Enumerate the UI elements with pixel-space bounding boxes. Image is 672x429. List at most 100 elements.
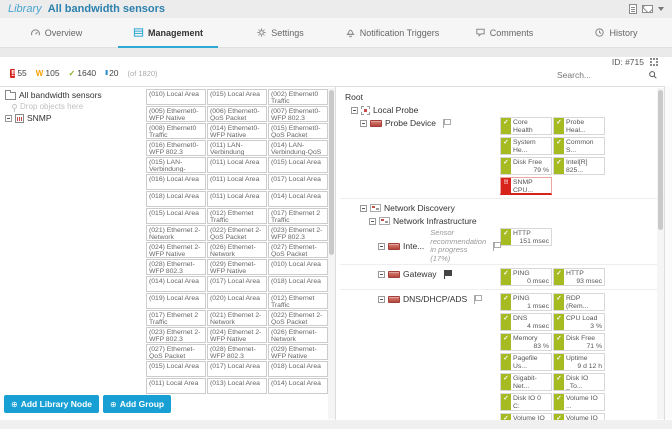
sensor-badge[interactable]: ✓Disk IO 0 C:<1 % <box>500 393 552 411</box>
collapse-toggle[interactable] <box>5 114 12 122</box>
new-window-icon[interactable] <box>629 4 637 14</box>
sensor-badge[interactable]: ✓Common S...100 % <box>553 137 605 155</box>
status-count-up[interactable]: ✓ 1640 <box>69 68 97 78</box>
tree-row-local-probe[interactable]: Local Probe <box>340 103 658 115</box>
tab-overview[interactable]: Overview <box>0 18 112 47</box>
envelope-icon[interactable] <box>642 5 653 13</box>
sensor-badge[interactable]: ✓ DNS 4 msec <box>500 313 552 331</box>
library-sensor-cell[interactable]: (007) Ethernet0-WFP 802.3 <box>268 106 328 122</box>
library-sensor-cell[interactable]: (014) LAN-Verbindung-QoS <box>268 140 328 156</box>
sensor-badge[interactable]: ✓ Uptime 9 d 12 h <box>553 353 605 371</box>
tab-history[interactable]: History <box>560 18 672 47</box>
collapse-toggle[interactable] <box>378 295 385 303</box>
library-sensor-cell[interactable]: (011) Local Area <box>207 174 267 190</box>
library-sensor-cell[interactable]: (017) Ethernet 2 Traffic <box>268 208 328 224</box>
library-sensor-cell[interactable]: (022) Ethernet 2-QoS Packet <box>207 225 267 241</box>
library-sensor-cell[interactable]: (021) Ethernet 2-Network <box>146 225 206 241</box>
sensor-badge[interactable]: ✓ PING 1 msec <box>500 293 552 311</box>
library-sensor-cell[interactable]: (015) Local Area <box>146 208 206 224</box>
sensor-badge[interactable]: ✓Volume IO ...70 % <box>500 413 552 420</box>
library-sensor-cell[interactable]: (028) Ethernet-WFP 802.3 <box>146 259 206 275</box>
library-sensor-cell[interactable]: (012) Ethernet Traffic <box>207 208 267 224</box>
collapse-toggle[interactable] <box>360 204 367 212</box>
tree-row-probe-device[interactable]: Probe Device✓Core Health100 %✓Probe Heal… <box>340 116 658 199</box>
library-sensor-cell[interactable]: (017) Local Area <box>207 361 267 377</box>
sensor-badge[interactable]: ✓ Disk Free 71 % <box>553 333 605 351</box>
library-sensor-cell[interactable]: (010) Local Area <box>146 89 206 105</box>
library-sensor-cell[interactable]: (026) Ethernet-Network <box>268 327 328 343</box>
sensor-badge[interactable]: ✓ PING 0 msec <box>500 268 552 286</box>
sensor-badge[interactable]: ✓Disk IO _To...<1 % <box>553 373 605 391</box>
library-sensor-cell[interactable]: (014) Local Area <box>146 276 206 292</box>
library-sensor-cell[interactable]: (002) Ethernet0 Traffic <box>268 89 328 105</box>
sensor-badge[interactable]: ✓System He...100 % <box>500 137 552 155</box>
tree-row-root[interactable]: Root <box>340 90 658 102</box>
sensor-badge[interactable]: ✓Volume IO ...70 % <box>553 393 605 411</box>
tree-row-network-infrastructure[interactable]: Network Infrastructure <box>340 214 658 226</box>
tab-management[interactable]: Management <box>112 18 224 48</box>
flag-icon[interactable] <box>493 241 502 251</box>
library-sensor-cell[interactable]: (020) Local Area <box>207 293 267 309</box>
sensor-badge[interactable]: ✓Gigabit-Net...1,672 kbit/s <box>500 373 552 391</box>
library-sensor-cell[interactable]: (013) Local Area <box>207 378 267 394</box>
scrollbar-thumb[interactable] <box>658 90 663 230</box>
library-sensor-cell[interactable]: (024) Ethernet 2-WFP Native <box>207 327 267 343</box>
sensor-badge[interactable]: ✓Pagefile Us...0 % <box>500 353 552 371</box>
search-icon[interactable] <box>648 70 658 80</box>
library-sensor-cell[interactable]: (023) Ethernet 2-WFP 802.3 <box>268 225 328 241</box>
collapse-toggle[interactable] <box>369 217 376 225</box>
library-sensor-cell[interactable]: (015) LAN-Verbindung- <box>146 157 206 173</box>
sensor-badge[interactable]: ✓Probe Heal...100 % <box>553 117 605 135</box>
library-sensor-cell[interactable]: (027) Ethernet-QoS Packet <box>146 344 206 360</box>
collapse-toggle[interactable] <box>378 270 385 278</box>
library-sensor-cell[interactable]: (017) Ethernet 2 Traffic <box>146 310 206 326</box>
search-input[interactable] <box>557 70 642 80</box>
library-sensor-cell[interactable]: (026) Ethernet-Network <box>207 242 267 258</box>
sensor-badge[interactable]: ✓ Memory 83 % <box>500 333 552 351</box>
status-count-down[interactable]: !! 55 <box>10 68 27 78</box>
library-sensor-cell[interactable]: (010) Local Area <box>268 259 328 275</box>
tree-row-gateway[interactable]: Gateway ✓ PING 0 msec ✓ HTTP 93 msec <box>340 267 658 290</box>
tree-row-inte[interactable]: Inte... Sensor recommendation in progress… <box>340 227 658 265</box>
sensor-badge[interactable]: ✓ HTTP 93 msec <box>553 268 605 286</box>
tree-row-dns-dhcp-ads[interactable]: DNS/DHCP/ADS✓PING1 msec✓RDP (Rem...15 ms… <box>340 292 658 420</box>
status-count-paused[interactable]: II 20 <box>105 68 118 78</box>
library-node-snmp[interactable]: SNMP <box>5 113 143 123</box>
library-sensor-cell[interactable]: (015) Local Area <box>268 157 328 173</box>
tab-notification-triggers[interactable]: Notification Triggers <box>336 18 448 47</box>
library-sensor-cell[interactable]: (018) Local Area <box>146 191 206 207</box>
left-scrollbar[interactable] <box>328 88 335 419</box>
sensor-badge[interactable]: ✓Volume IO ...16 % <box>553 413 605 420</box>
right-scrollbar[interactable] <box>657 88 664 419</box>
sensor-badge[interactable]: ✓ CPU Load 3 % <box>553 313 605 331</box>
scrollbar-thumb[interactable] <box>329 90 334 255</box>
library-sensor-cell[interactable]: (018) Local Area <box>268 276 328 292</box>
library-root-node[interactable]: All bandwidth sensors <box>5 90 143 100</box>
library-sensor-cell[interactable]: (023) Ethernet 2-WFP 802.3 <box>146 327 206 343</box>
collapse-toggle[interactable] <box>378 242 385 250</box>
library-sensor-cell[interactable]: (021) Ethernet 2-Network <box>207 310 267 326</box>
tab-comments[interactable]: Comments <box>448 18 560 47</box>
library-sensor-cell[interactable]: (006) Ethernet0-QoS Packet <box>207 106 267 122</box>
library-sensor-cell[interactable]: (011) Local Area <box>207 191 267 207</box>
library-sensor-cell[interactable]: (028) Ethernet-WFP 802.3 <box>207 344 267 360</box>
library-sensor-cell[interactable]: (012) Ethernet Traffic <box>268 293 328 309</box>
sensor-badge[interactable]: ✓RDP (Rem...15 msec <box>553 293 605 311</box>
library-sensor-cell[interactable]: (024) Ethernet 2-WFP Native <box>146 242 206 258</box>
library-sensor-cell[interactable]: (014) Local Area <box>268 191 328 207</box>
library-sensor-cell[interactable]: (015) Local Area <box>146 361 206 377</box>
library-sensor-cell[interactable]: (008) Ethernet0 Traffic <box>146 123 206 139</box>
library-sensor-cell[interactable]: (016) Local Area <box>146 174 206 190</box>
qr-grid-icon[interactable] <box>650 58 658 66</box>
library-sensor-cell[interactable]: (015) Local Area <box>207 89 267 105</box>
library-sensor-cell[interactable]: (022) Ethernet 2-QoS Packet <box>268 310 328 326</box>
library-sensor-cell[interactable]: (019) Local Area <box>146 293 206 309</box>
tree-row-network-discovery[interactable]: Network Discovery <box>340 201 658 213</box>
library-sensor-cell[interactable]: (029) Ethernet-WFP Native <box>207 259 267 275</box>
add-group-button[interactable]: ⊕ Add Group <box>103 395 172 413</box>
library-sensor-cell[interactable]: (011) LAN-Verbindung <box>207 140 267 156</box>
caret-down-icon[interactable] <box>658 7 664 11</box>
library-sensor-cell[interactable]: (016) Ethernet0-WFP 802.3 <box>146 140 206 156</box>
status-count-warning[interactable]: W 105 <box>36 68 60 78</box>
sensor-badge[interactable]: ✓Core Health100 % <box>500 117 552 135</box>
